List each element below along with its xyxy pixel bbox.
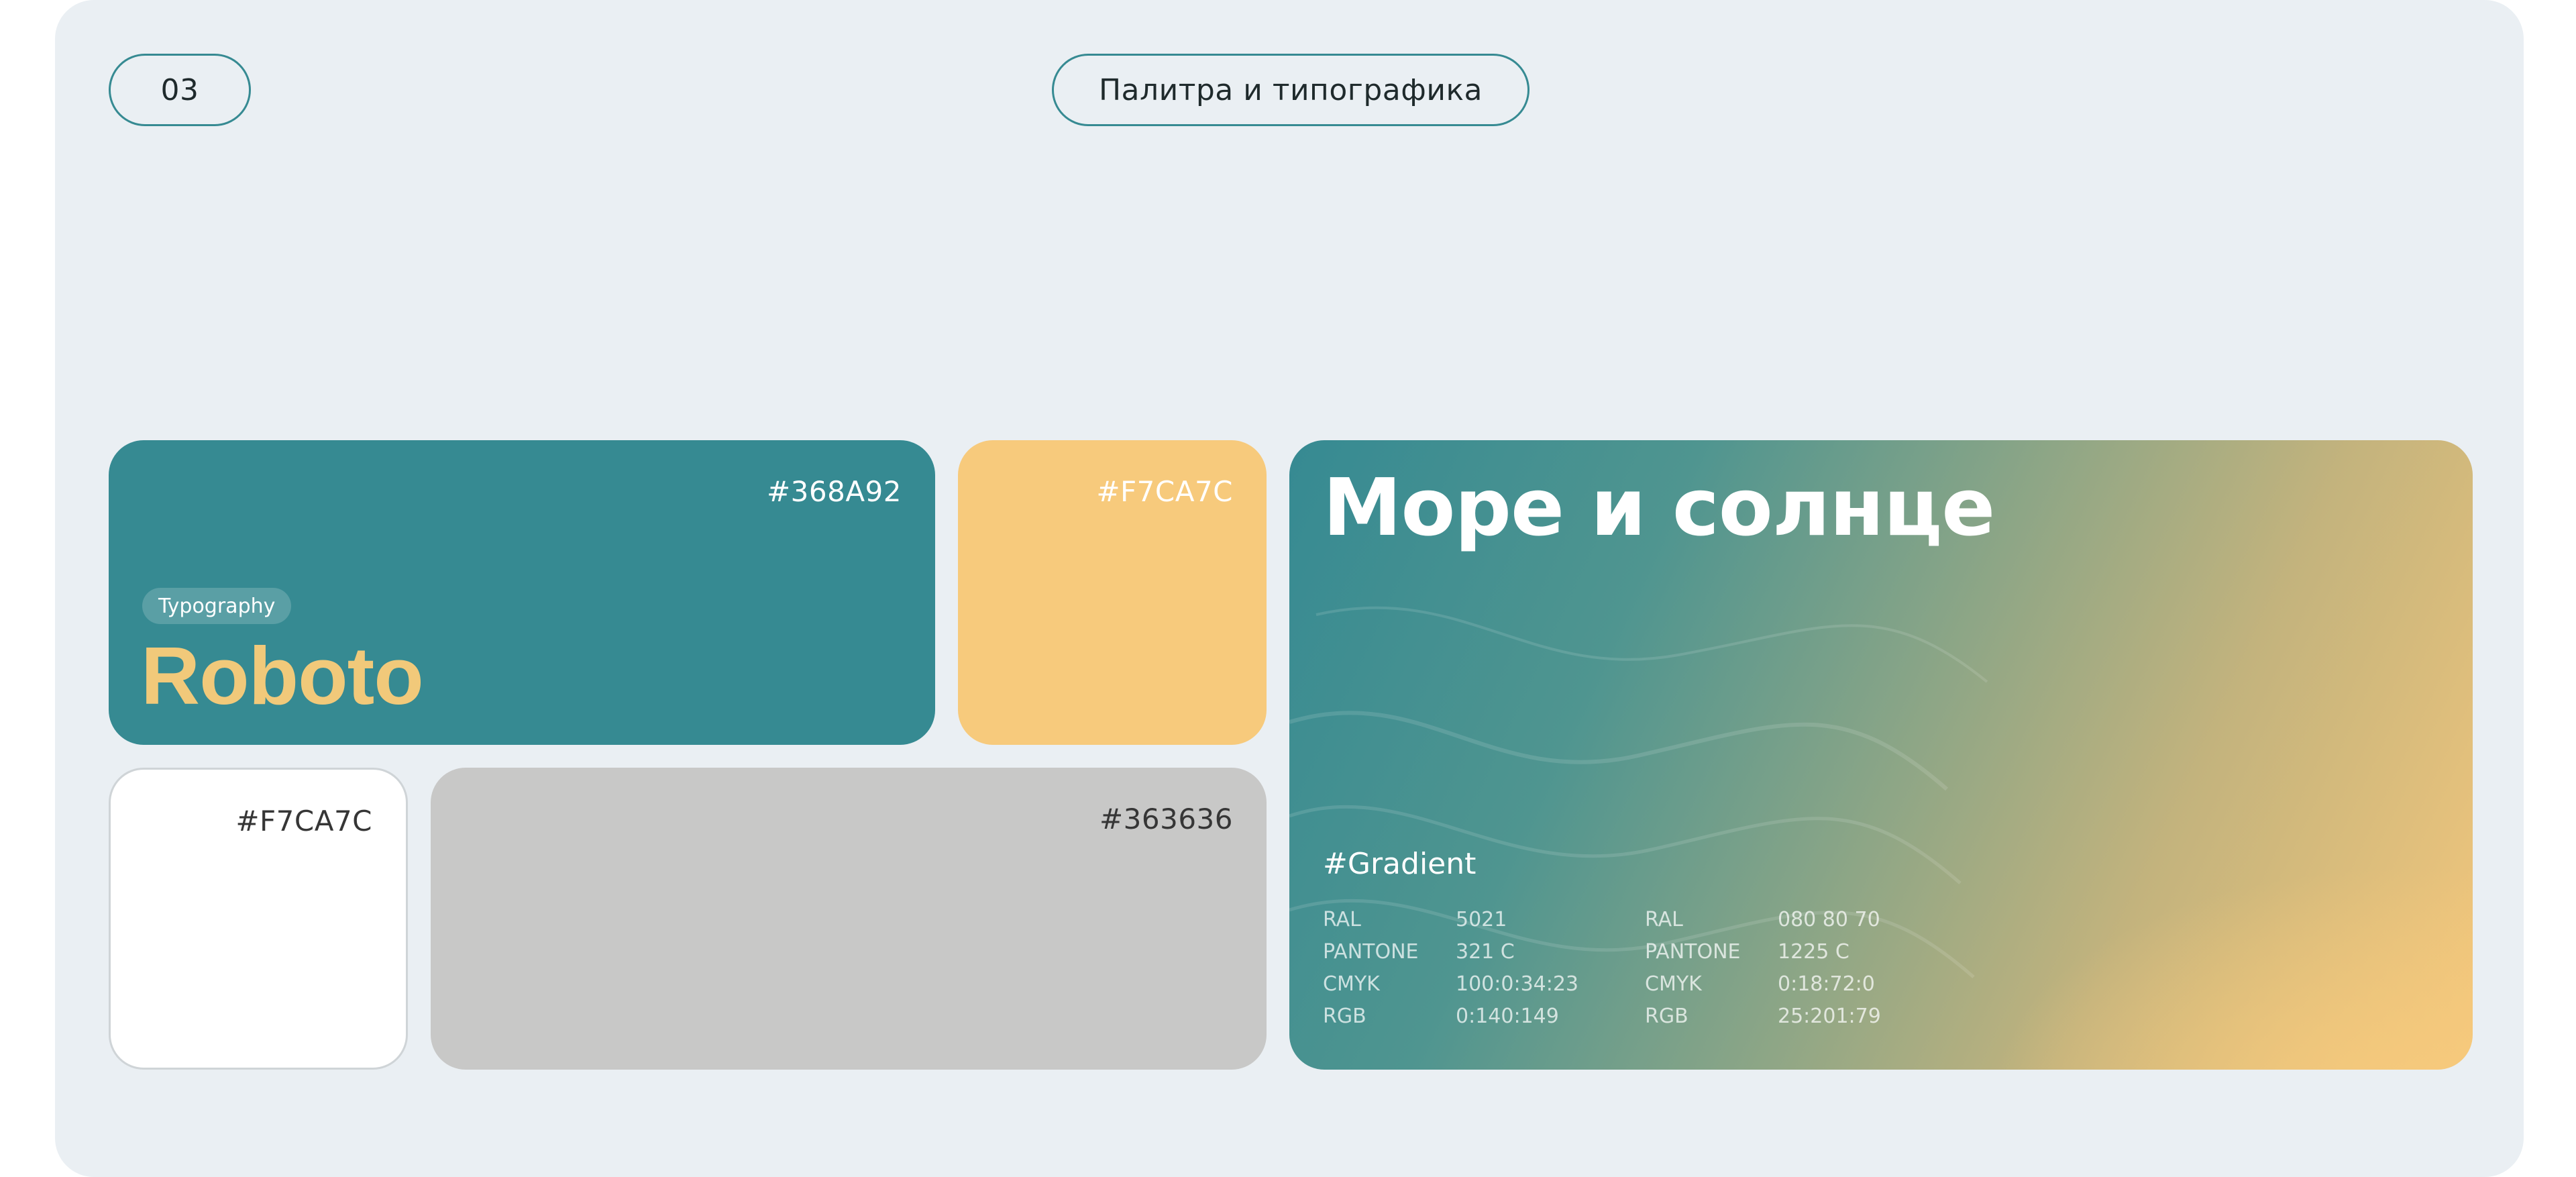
spec-value: 25:201:79 (1778, 1005, 1881, 1028)
spec-key: RGB (1323, 1005, 1366, 1028)
light-color-card: #F7CA7C (109, 768, 408, 1070)
spec-key: RGB (1645, 1005, 1688, 1028)
gradient-spec-start: RAL 5021 PANTONE 321 C CMYK 100:0:34:23 … (1323, 907, 1617, 1029)
page-number-badge: 03 (109, 54, 251, 126)
dark-color-card: #363636 (431, 768, 1267, 1070)
typography-tag: Typography (142, 588, 292, 624)
spec-key: CMYK (1323, 972, 1380, 996)
spec-key: RAL (1323, 908, 1361, 931)
spec-value: 0:18:72:0 (1778, 972, 1875, 996)
gradient-card: Море и солнце #Gradient RAL 5021 PANTONE… (1289, 440, 2473, 1070)
section-title: Палитра и типографика (1098, 72, 1483, 107)
accent-hex-label: #F7CA7C (1096, 475, 1233, 508)
accent-color-card: #F7CA7C (958, 440, 1267, 745)
spec-key: PANTONE (1645, 940, 1741, 964)
spec-value: 5021 (1456, 908, 1507, 931)
spec-key: PANTONE (1323, 940, 1419, 964)
gradient-title: Море и солнце (1323, 461, 1995, 554)
light-hex-label: #F7CA7C (235, 805, 372, 837)
slide: 03 Палитра и типографика #368A92 Typogra… (55, 0, 2524, 1177)
primary-color-card: #368A92 Typography Roboto (109, 440, 935, 745)
spec-value: 0:140:149 (1456, 1005, 1559, 1028)
page-number: 03 (160, 72, 199, 107)
primary-hex-label: #368A92 (766, 475, 902, 508)
gradient-label: #Gradient (1323, 847, 1477, 881)
spec-value: 1225 C (1778, 940, 1849, 964)
spec-value: 321 C (1456, 940, 1515, 964)
spec-value: 100:0:34:23 (1456, 972, 1579, 996)
dark-hex-label: #363636 (1099, 803, 1233, 835)
section-title-badge: Палитра и типографика (1052, 54, 1529, 126)
font-name: Roboto (141, 630, 424, 721)
gradient-spec-end: RAL 080 80 70 PANTONE 1225 C CMYK 0:18:7… (1645, 907, 1939, 1029)
spec-key: RAL (1645, 908, 1683, 931)
spec-key: CMYK (1645, 972, 1702, 996)
spec-value: 080 80 70 (1778, 908, 1880, 931)
